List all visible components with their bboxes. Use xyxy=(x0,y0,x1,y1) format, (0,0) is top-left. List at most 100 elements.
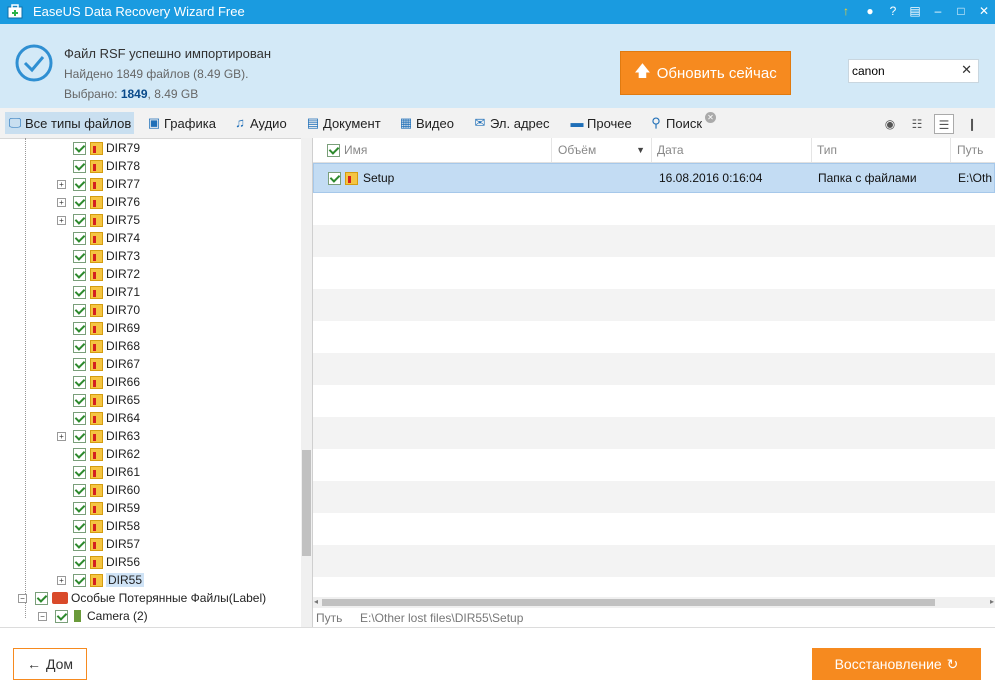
tree-item[interactable]: DIR66 xyxy=(73,373,140,391)
column-path[interactable]: Путь xyxy=(951,138,995,162)
search-input[interactable] xyxy=(852,63,952,79)
filter-all-file-types[interactable]: 🖵 Все типы файлов xyxy=(5,112,135,134)
home-button[interactable]: ← Дом xyxy=(13,648,87,680)
column-size[interactable]: Объём ▼ xyxy=(552,138,652,162)
detail-view-icon[interactable]: ❙ xyxy=(962,114,982,134)
filter-email[interactable]: ✉ Эл. адрес xyxy=(470,112,553,134)
tree-scrollbar[interactable] xyxy=(301,138,312,627)
checkbox[interactable] xyxy=(73,519,86,533)
select-all-checkbox[interactable] xyxy=(327,144,340,158)
minimize-icon[interactable]: – xyxy=(930,3,946,19)
menu-icon[interactable]: ▤ xyxy=(907,3,923,19)
scroll-left-icon[interactable]: ◂ xyxy=(314,597,318,606)
checkbox[interactable] xyxy=(73,339,86,353)
checkbox[interactable] xyxy=(73,213,86,227)
thumbnail-view-icon[interactable]: ☷ xyxy=(907,114,927,134)
tree-item[interactable]: DIR72 xyxy=(73,265,140,283)
collapse-toggle[interactable]: − xyxy=(38,611,47,621)
close-icon[interactable]: ✕ xyxy=(976,3,992,19)
tree-item[interactable]: DIR70 xyxy=(73,301,140,319)
tree-item[interactable]: DIR63 xyxy=(73,427,140,445)
checkbox[interactable] xyxy=(73,195,86,209)
tree-item[interactable]: DIR76 xyxy=(73,193,140,211)
row-checkbox[interactable] xyxy=(328,172,341,185)
checkbox[interactable] xyxy=(73,375,86,389)
collapse-toggle[interactable]: − xyxy=(18,593,27,603)
checkbox[interactable] xyxy=(73,141,86,155)
expand-toggle[interactable]: + xyxy=(57,216,66,225)
checkbox[interactable] xyxy=(35,591,48,605)
scroll-right-icon[interactable]: ▸ xyxy=(990,597,994,606)
filter-graphics[interactable]: ▣ Графика xyxy=(144,112,219,134)
search-box[interactable]: ✕ xyxy=(848,59,979,83)
tree-item[interactable]: DIR58 xyxy=(73,517,140,535)
checkbox[interactable] xyxy=(73,177,86,191)
checkbox[interactable] xyxy=(73,159,86,173)
upgrade-arrow-icon[interactable]: ↑ xyxy=(838,3,854,19)
hscrollbar-thumb[interactable] xyxy=(322,599,935,606)
tree-item[interactable]: DIR77 xyxy=(73,175,140,193)
checkbox[interactable] xyxy=(73,573,86,587)
column-type[interactable]: Тип xyxy=(812,138,951,162)
filter-document[interactable]: ▤ Документ xyxy=(303,112,384,134)
file-list-hscrollbar[interactable]: ◂ ▸ xyxy=(313,597,995,608)
expand-toggle[interactable]: + xyxy=(57,432,66,441)
list-view-icon[interactable]: ☰ xyxy=(934,114,954,134)
tree-item[interactable]: DIR59 xyxy=(73,499,140,517)
tree-item[interactable]: DIR74 xyxy=(73,229,140,247)
expand-toggle[interactable]: + xyxy=(57,180,66,189)
tree-item[interactable]: DIR57 xyxy=(73,535,140,553)
tree-item[interactable]: DIR75 xyxy=(73,211,140,229)
checkbox[interactable] xyxy=(73,267,86,281)
recover-button[interactable]: Восстановление ↻ xyxy=(812,648,981,680)
upgrade-now-button[interactable]: 🡅 Обновить сейчас xyxy=(620,51,791,95)
tree-item[interactable]: DIR73 xyxy=(73,247,140,265)
tree-item[interactable]: DIR71 xyxy=(73,283,140,301)
tree-item[interactable]: DIR62 xyxy=(73,445,140,463)
checkbox[interactable] xyxy=(73,483,86,497)
chat-icon[interactable]: ● xyxy=(862,3,878,19)
checkbox[interactable] xyxy=(73,411,86,425)
column-date[interactable]: Дата xyxy=(652,138,812,162)
tree-item[interactable]: DIR65 xyxy=(73,391,140,409)
checkbox[interactable] xyxy=(73,249,86,263)
table-row[interactable]: Setup 16.08.2016 0:16:04 Папка с файлами… xyxy=(313,163,995,193)
tree-item[interactable]: DIR61 xyxy=(73,463,140,481)
tree-item[interactable]: DIR55 xyxy=(73,571,145,589)
checkbox[interactable] xyxy=(73,447,86,461)
tree-item[interactable]: DIR64 xyxy=(73,409,140,427)
filter-other[interactable]: ▬ Прочее xyxy=(567,112,635,134)
checkbox[interactable] xyxy=(73,285,86,299)
clear-search-icon[interactable]: ✕ xyxy=(961,62,972,78)
checkbox[interactable] xyxy=(73,231,86,245)
expand-toggle[interactable]: + xyxy=(57,198,66,207)
tree-item-camera[interactable]: − Camera (2) xyxy=(38,607,148,625)
checkbox[interactable] xyxy=(73,429,86,443)
tree-item[interactable]: DIR68 xyxy=(73,337,140,355)
tree-item[interactable]: DIR69 xyxy=(73,319,140,337)
checkbox[interactable] xyxy=(73,321,86,335)
checkbox[interactable] xyxy=(73,357,86,371)
filter-search[interactable]: ⚲ Поиск xyxy=(646,112,705,134)
tree-item[interactable]: DIR60 xyxy=(73,481,140,499)
tree-item[interactable]: DIR78 xyxy=(73,157,140,175)
tree-item[interactable]: DIR79 xyxy=(73,139,140,157)
column-name[interactable]: Имя xyxy=(313,138,552,162)
tree-item[interactable]: DIR67 xyxy=(73,355,140,373)
checkbox[interactable] xyxy=(73,537,86,551)
checkbox[interactable] xyxy=(55,609,68,623)
maximize-icon[interactable]: □ xyxy=(953,3,969,19)
tree-item-special-lost-files[interactable]: − Особые Потерянные Файлы(Label) xyxy=(18,589,266,607)
checkbox[interactable] xyxy=(73,501,86,515)
tree-scrollbar-thumb[interactable] xyxy=(302,450,311,556)
checkbox[interactable] xyxy=(73,555,86,569)
preview-eye-icon[interactable]: ◉ xyxy=(880,114,900,134)
checkbox[interactable] xyxy=(73,465,86,479)
tree-item[interactable]: DIR56 xyxy=(73,553,140,571)
help-icon[interactable]: ? xyxy=(885,3,901,19)
checkbox[interactable] xyxy=(73,303,86,317)
expand-toggle[interactable]: + xyxy=(57,576,66,585)
remove-search-filter-icon[interactable]: ✕ xyxy=(705,112,716,123)
checkbox[interactable] xyxy=(73,393,86,407)
filter-audio[interactable]: ♫ Аудио xyxy=(230,112,290,134)
